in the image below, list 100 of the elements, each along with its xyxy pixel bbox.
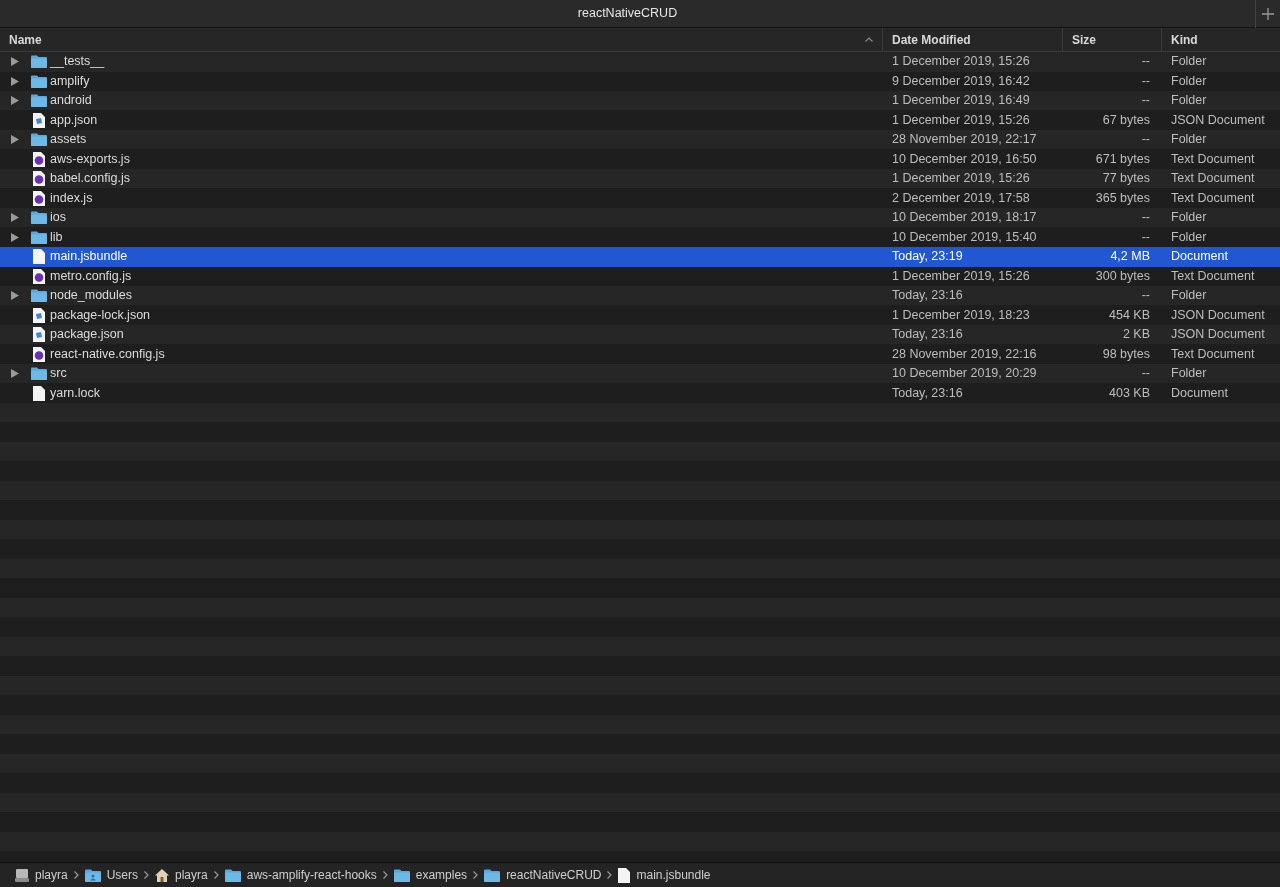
file-size: 671 bytes	[1095, 150, 1150, 168]
home-icon	[155, 868, 170, 882]
file-name: ios	[50, 209, 66, 227]
file-name: aws-exports.js	[50, 150, 130, 168]
file-row[interactable]: app.json 1 December 2019, 15:26 67 bytes JSON Document	[0, 110, 1280, 130]
folder-icon	[31, 55, 47, 69]
folder-icon	[31, 230, 47, 244]
file-name: index.js	[50, 189, 93, 207]
path-item[interactable]: aws-amplify-react-hooks	[246, 866, 377, 884]
file-row[interactable]: package-lock.json 1 December 2019, 18:23 454 KB JSON Document	[0, 305, 1280, 325]
path-item[interactable]: reactNativeCRUD	[506, 866, 602, 884]
column-header[interactable]: Date Modified	[882, 28, 1062, 51]
file-name: yarn.lock	[50, 384, 101, 402]
file-size: --	[1141, 53, 1150, 71]
date-modified: 10 December 2019, 20:29	[892, 366, 1037, 381]
chevron-right-icon	[213, 871, 219, 879]
file-row[interactable]: node_modules Today, 23:16 -- Folder	[0, 286, 1280, 306]
file-row[interactable]: package.json Today, 23:16 2 KB JSON Document	[0, 325, 1280, 345]
file-size: --	[1141, 228, 1150, 246]
path-item[interactable]: playra	[175, 866, 208, 884]
document-icon	[618, 867, 631, 883]
folder-icon	[484, 868, 501, 882]
plus-icon	[1262, 7, 1274, 20]
file-row[interactable]: android 1 December 2019, 16:49 -- Folder	[0, 91, 1280, 111]
folder-icon	[31, 133, 47, 147]
file-row[interactable]: amplify 9 December 2019, 16:42 -- Folder	[0, 71, 1280, 91]
column-header[interactable]: Size	[1062, 28, 1161, 51]
date-modified: Today, 23:19	[892, 249, 963, 264]
file-size: 300 bytes	[1095, 267, 1150, 285]
file-name: assets	[50, 131, 87, 149]
script-file-icon	[33, 190, 45, 206]
file-size: --	[1141, 365, 1150, 383]
file-row[interactable]: index.js 2 December 2019, 17:58 365 bytes Text Document	[0, 188, 1280, 208]
folder-icon	[31, 289, 47, 303]
json-file-icon	[33, 327, 45, 343]
file-size: --	[1141, 209, 1150, 227]
date-modified: 28 November 2019, 22:17	[892, 132, 1037, 147]
date-modified: 1 December 2019, 18:23	[892, 307, 1030, 322]
file-name: src	[50, 365, 67, 383]
date-modified: Today, 23:16	[892, 385, 963, 400]
file-name: android	[50, 92, 92, 110]
file-kind: Text Document	[1171, 268, 1255, 283]
window-title: reactNativeCRUD	[577, 5, 678, 23]
file-row[interactable]: react-native.config.js 28 November 2019, 22:16 98 bytes Text Document	[0, 344, 1280, 364]
path-item[interactable]: examples	[415, 866, 468, 884]
file-size: --	[1141, 72, 1150, 90]
chevron-right-icon	[382, 871, 388, 879]
file-name: babel.config.js	[50, 170, 130, 188]
column-header[interactable]: Kind	[1161, 28, 1280, 51]
file-kind: Document	[1171, 249, 1228, 264]
file-size: 403 KB	[1109, 384, 1150, 402]
date-modified: 1 December 2019, 15:26	[892, 112, 1030, 127]
file-kind: Folder	[1171, 93, 1207, 108]
sort-chevron-icon	[865, 37, 873, 42]
file-row[interactable]: aws-exports.js 10 December 2019, 16:50 671 bytes Text Document	[0, 149, 1280, 169]
file-size: --	[1141, 287, 1150, 305]
file-row[interactable]: ios 10 December 2019, 18:17 -- Folder	[0, 208, 1280, 228]
path-item[interactable]: main.jsbundle	[636, 866, 711, 884]
file-kind: Folder	[1171, 229, 1207, 244]
disclosure-triangle-icon[interactable]	[11, 135, 19, 145]
path-item[interactable]: Users	[106, 866, 139, 884]
file-kind: JSON Document	[1171, 327, 1265, 342]
date-modified: 2 December 2019, 17:58	[892, 190, 1030, 205]
folder-icon	[393, 868, 410, 882]
file-kind: Text Document	[1171, 151, 1255, 166]
date-modified: 10 December 2019, 15:40	[892, 229, 1037, 244]
date-modified: 1 December 2019, 16:49	[892, 93, 1030, 108]
file-size: --	[1141, 131, 1150, 149]
file-size: 4,2 MB	[1110, 248, 1150, 266]
file-size: 67 bytes	[1102, 111, 1150, 129]
date-modified: 1 December 2019, 15:26	[892, 171, 1030, 186]
file-row[interactable]: main.jsbundle Today, 23:19 4,2 MB Document	[0, 247, 1280, 267]
file-row[interactable]: assets 28 November 2019, 22:17 -- Folder	[0, 130, 1280, 150]
file-name: package-lock.json	[50, 306, 151, 324]
date-modified: 10 December 2019, 16:50	[892, 151, 1037, 166]
file-name: amplify	[50, 72, 90, 90]
file-kind: Text Document	[1171, 171, 1255, 186]
file-row[interactable]: src 10 December 2019, 20:29 -- Folder	[0, 364, 1280, 384]
file-row[interactable]: __tests__ 1 December 2019, 15:26 -- Folder	[0, 52, 1280, 72]
script-file-icon	[33, 151, 45, 167]
script-file-icon	[33, 268, 45, 284]
file-kind: JSON Document	[1171, 112, 1265, 127]
column-header[interactable]: Name	[0, 28, 882, 51]
disclosure-triangle-icon[interactable]	[11, 369, 19, 379]
chevron-right-icon	[144, 871, 150, 879]
file-size: 365 bytes	[1095, 189, 1150, 207]
file-size: 77 bytes	[1102, 170, 1150, 188]
file-row[interactable]: lib 10 December 2019, 15:40 -- Folder	[0, 227, 1280, 247]
date-modified: 1 December 2019, 15:26	[892, 54, 1030, 69]
file-name: metro.config.js	[50, 267, 132, 285]
file-row[interactable]: metro.config.js 1 December 2019, 15:26 300 bytes Text Document	[0, 266, 1280, 286]
disclosure-triangle-icon[interactable]	[11, 291, 19, 301]
chevron-right-icon	[607, 871, 613, 879]
chevron-right-icon	[73, 871, 79, 879]
path-item[interactable]: playra	[35, 866, 68, 884]
file-kind: Text Document	[1171, 346, 1255, 361]
file-row[interactable]: yarn.lock Today, 23:16 403 KB Document	[0, 383, 1280, 403]
folder-icon	[31, 367, 47, 381]
folder-icon	[31, 211, 47, 225]
file-row[interactable]: babel.config.js 1 December 2019, 15:26 77 bytes Text Document	[0, 169, 1280, 189]
